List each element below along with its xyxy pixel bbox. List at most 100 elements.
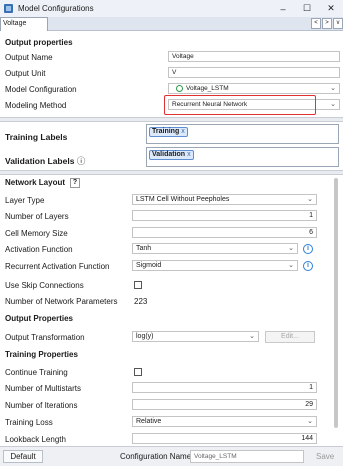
edit-button[interactable]: Edit... (265, 331, 315, 343)
model-configuration-value: Voltage_LSTM (186, 85, 229, 92)
training-labels-row: Training Labels Training x (0, 124, 343, 148)
layer-type-label: Layer Type (5, 195, 45, 205)
network-params-value: 223 (134, 296, 148, 306)
validation-labels-input[interactable]: Validation x (146, 147, 339, 167)
app-icon (4, 4, 13, 13)
maximize-button[interactable]: ☐ (295, 0, 319, 17)
window-title: Model Configurations (18, 4, 94, 13)
chevron-down-icon: ⌄ (330, 85, 336, 92)
tag-close-icon[interactable]: x (181, 128, 185, 135)
recurrent-activation-row: Recurrent Activation Function Sigmoid ⌄ … (0, 260, 343, 272)
network-layout-title: Network Layout? (5, 178, 81, 188)
tab-voltage[interactable]: Voltage (0, 17, 48, 31)
iterations-field[interactable]: 29 (132, 399, 317, 410)
lookback-row: Lookback Length 144 (0, 433, 343, 445)
check-circle-icon (176, 85, 183, 92)
model-configuration-row: Model Configuration Voltage_LSTM ⌄ (0, 83, 343, 95)
lookback-field[interactable]: 144 (132, 433, 317, 444)
num-layers-field[interactable]: 1 (132, 210, 317, 221)
layer-type-row: Layer Type LSTM Cell Without Peepholes ⌄ (0, 194, 343, 206)
output-unit-field[interactable]: V (168, 67, 340, 78)
num-layers-label: Number of Layers (5, 211, 69, 221)
recurrent-activation-select[interactable]: Sigmoid ⌄ (132, 260, 298, 271)
info-icon[interactable]: ⓘ (77, 156, 86, 166)
scrollbar[interactable] (334, 178, 338, 428)
chevron-down-icon: ⌄ (249, 333, 255, 340)
continue-training-row: Continue Training (0, 366, 343, 378)
tab-list-button[interactable]: v (333, 18, 343, 29)
iterations-label: Number of Iterations (5, 400, 78, 410)
output-name-row: Output Name Voltage (0, 51, 343, 63)
network-layout-title-text: Network Layout (5, 178, 66, 188)
bottom-bar: Default Configuration Name Voltage_LSTM … (0, 446, 343, 466)
lookback-label: Lookback Length (5, 434, 66, 444)
output-transformation-select[interactable]: log(y) ⌄ (132, 331, 259, 342)
title-bar: Model Configurations – ☐ ✕ (0, 0, 343, 17)
output-transformation-value: log(y) (136, 333, 154, 340)
network-params-row: Number of Network Parameters 223 (0, 295, 343, 307)
skip-connections-row: Use Skip Connections (0, 279, 343, 291)
info-icon[interactable]: i (303, 261, 313, 271)
output-properties2-header: Output Properties (0, 312, 343, 324)
help-icon[interactable]: ? (70, 178, 81, 188)
training-labels-input[interactable]: Training x (146, 124, 339, 144)
default-button[interactable]: Default (3, 450, 43, 463)
layer-type-value: LSTM Cell Without Peepholes (136, 196, 230, 203)
model-configuration-select[interactable]: Voltage_LSTM ⌄ (168, 83, 340, 94)
validation-tag[interactable]: Validation x (149, 150, 194, 160)
cell-memory-field[interactable]: 6 (132, 227, 317, 238)
training-properties-header: Training Properties (0, 348, 343, 360)
activation-function-row: Activation Function Tanh ⌄ i (0, 243, 343, 255)
chevron-down-icon: ⌄ (330, 101, 336, 108)
output-unit-row: Output Unit V (0, 67, 343, 79)
output-name-label: Output Name (5, 52, 53, 62)
validation-tag-text: Validation (152, 151, 186, 158)
training-loss-value: Relative (136, 418, 162, 425)
output-name-field[interactable]: Voltage (168, 51, 340, 62)
training-tag-text: Training (152, 128, 180, 135)
section-title: Output properties (5, 37, 73, 47)
output-unit-label: Output Unit (5, 68, 46, 78)
activation-function-select[interactable]: Tanh ⌄ (132, 243, 298, 254)
configuration-name-field[interactable]: Voltage_LSTM (190, 450, 304, 463)
recurrent-activation-value: Sigmoid (136, 262, 162, 269)
section-divider (0, 117, 343, 122)
modeling-method-label: Modeling Method (5, 100, 67, 110)
tab-prev-button[interactable]: < (311, 18, 321, 29)
iterations-row: Number of Iterations 29 (0, 399, 343, 411)
recurrent-activation-label: Recurrent Activation Function (5, 261, 110, 271)
num-layers-row: Number of Layers 1 (0, 210, 343, 222)
training-labels-label: Training Labels (5, 132, 68, 142)
multistarts-label: Number of Multistarts (5, 383, 82, 393)
network-layout-header: Network Layout? (0, 177, 343, 189)
configuration-name-label: Configuration Name (120, 452, 192, 461)
training-loss-select[interactable]: Relative ⌄ (132, 416, 317, 427)
validation-labels-label: Validation Labels ⓘ (5, 155, 85, 167)
minimize-button[interactable]: – (271, 0, 295, 17)
training-properties-title: Training Properties (5, 349, 78, 359)
activation-function-label: Activation Function (5, 244, 73, 254)
training-loss-row: Training Loss Relative ⌄ (0, 416, 343, 428)
validation-labels-row: Validation Labels ⓘ Validation x (0, 147, 343, 171)
network-params-label: Number of Network Parameters (5, 296, 118, 306)
multistarts-field[interactable]: 1 (132, 382, 317, 393)
multistarts-row: Number of Multistarts 1 (0, 382, 343, 394)
continue-training-label: Continue Training (5, 367, 68, 377)
chevron-down-icon: ⌄ (288, 245, 294, 252)
activation-function-value: Tanh (136, 245, 152, 252)
validation-labels-text: Validation Labels (5, 156, 75, 166)
cell-memory-row: Cell Memory Size 6 (0, 227, 343, 239)
save-button[interactable]: Save (316, 452, 334, 461)
output-properties-header: Output properties (0, 36, 343, 48)
model-configuration-label: Model Configuration (5, 84, 77, 94)
tag-close-icon[interactable]: x (187, 151, 191, 158)
info-icon[interactable]: i (303, 244, 313, 254)
chevron-down-icon: ⌄ (288, 262, 294, 269)
layer-type-select[interactable]: LSTM Cell Without Peepholes ⌄ (132, 194, 317, 205)
continue-training-checkbox[interactable] (134, 368, 142, 376)
tab-next-button[interactable]: > (322, 18, 332, 29)
close-button[interactable]: ✕ (319, 0, 343, 17)
training-tag[interactable]: Training x (149, 127, 188, 137)
training-loss-label: Training Loss (5, 417, 53, 427)
skip-connections-checkbox[interactable] (134, 281, 142, 289)
